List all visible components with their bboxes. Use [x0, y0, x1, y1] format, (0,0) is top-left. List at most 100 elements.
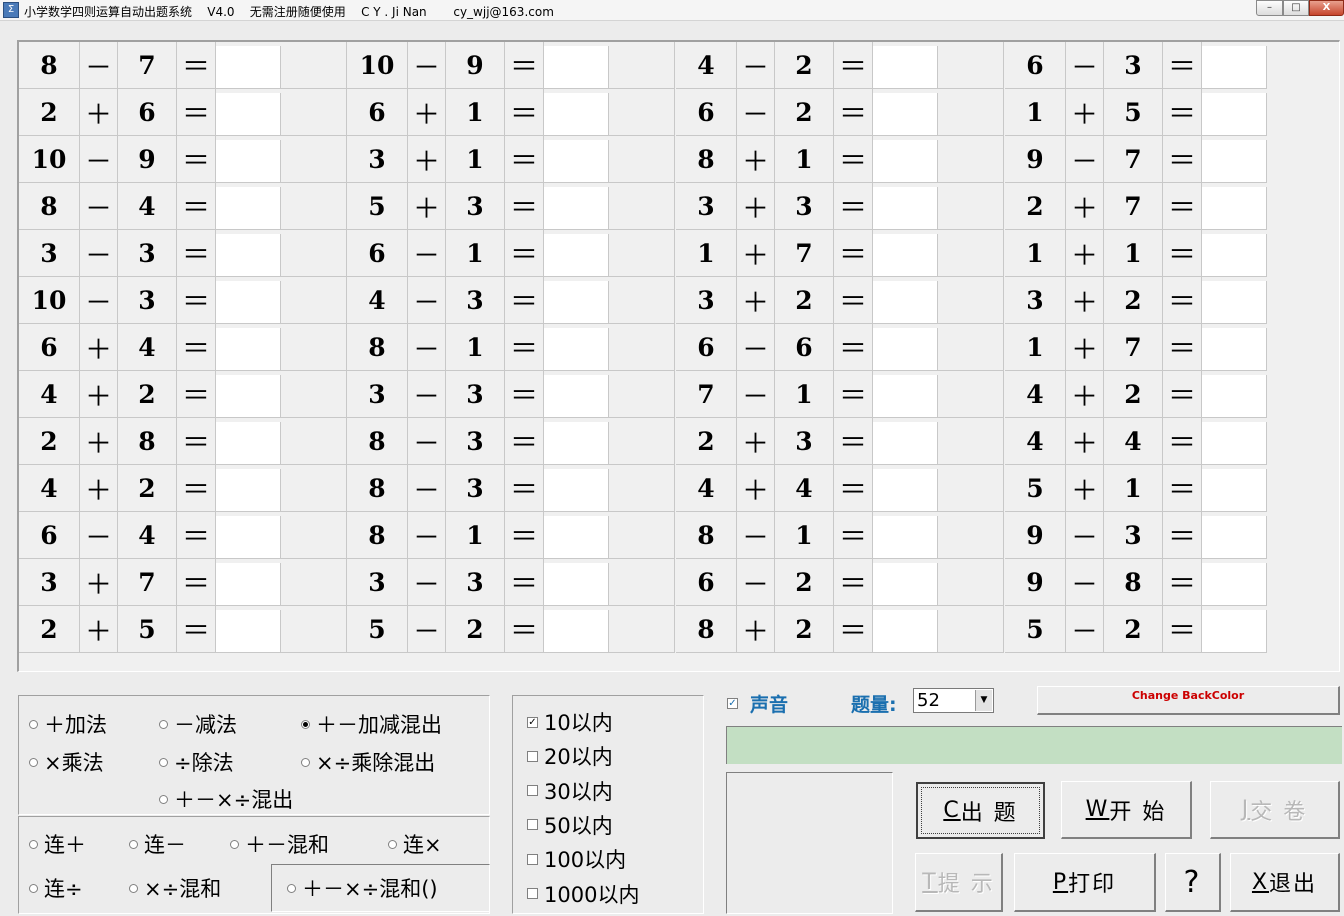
answer-input[interactable] [544, 187, 609, 230]
answer-input[interactable] [873, 187, 938, 230]
answer-input[interactable] [544, 281, 609, 324]
chain-muldiv-radio[interactable]: ×÷混和 [129, 873, 221, 903]
generate-button[interactable]: C 出 题 [916, 782, 1045, 839]
minimize-button[interactable]: – [1256, 0, 1283, 16]
answer-input[interactable] [1202, 187, 1267, 230]
answer-input[interactable] [216, 187, 281, 230]
answer-input[interactable] [1202, 281, 1267, 324]
answer-input[interactable] [1202, 516, 1267, 559]
answer-input[interactable] [544, 375, 609, 418]
op-sub-radio[interactable]: －减法 [159, 709, 237, 739]
answer-input[interactable] [544, 234, 609, 277]
answer-input[interactable] [216, 375, 281, 418]
answer-input[interactable] [216, 46, 281, 89]
maximize-button[interactable]: □ [1283, 0, 1309, 16]
answer-input[interactable] [216, 563, 281, 606]
answer-input[interactable] [216, 93, 281, 136]
answer-input[interactable] [544, 422, 609, 465]
range-label: 50以内 [544, 813, 613, 838]
answer-input[interactable] [873, 516, 938, 559]
chain-add-radio[interactable]: 连＋ [29, 829, 86, 859]
answer-input[interactable] [216, 422, 281, 465]
answer-input[interactable] [873, 46, 938, 89]
answer-input[interactable] [1202, 328, 1267, 371]
equals-sign: ＝ [177, 183, 216, 230]
answer-input[interactable] [544, 328, 609, 371]
sound-checkbox[interactable]: ✓ 声音 [727, 690, 788, 717]
answer-input[interactable] [544, 46, 609, 89]
answer-input[interactable] [1202, 234, 1267, 277]
close-button[interactable]: X [1309, 0, 1344, 16]
submit-button[interactable]: J 交 卷 [1210, 781, 1340, 839]
answer-input[interactable] [1202, 610, 1267, 653]
exit-button[interactable]: X 退出 [1230, 853, 1340, 912]
answer-input[interactable] [873, 328, 938, 371]
chain-all-radio[interactable]: ＋－×÷混和() [287, 873, 438, 903]
operand-b: 8 [118, 418, 177, 465]
answer-input[interactable] [873, 422, 938, 465]
answer-input[interactable] [1202, 563, 1267, 606]
op-all-radio[interactable]: ＋－×÷混出 [159, 784, 293, 814]
answer-input[interactable] [873, 140, 938, 183]
chain-mul-radio[interactable]: 连× [388, 829, 442, 859]
range-checkbox[interactable]: 50以内 [527, 810, 613, 840]
operator-sign: － [80, 230, 118, 277]
answer-input[interactable] [1202, 46, 1267, 89]
answer-input[interactable] [544, 469, 609, 512]
chain-sub-radio[interactable]: 连－ [129, 829, 186, 859]
answer-input[interactable] [873, 375, 938, 418]
operator-sign: ＋ [737, 606, 775, 653]
answer-input[interactable] [216, 610, 281, 653]
operand-a: 2 [19, 606, 80, 653]
chain-mul-label: 连× [403, 833, 442, 857]
answer-input[interactable] [216, 516, 281, 559]
answer-input[interactable] [1202, 93, 1267, 136]
answer-input[interactable] [1202, 469, 1267, 512]
help-button[interactable]: ? [1165, 853, 1221, 912]
answer-input[interactable] [873, 281, 938, 324]
operand-a: 4 [676, 42, 737, 89]
print-button[interactable]: P 打印 [1014, 853, 1156, 912]
op-mul-label: ×乘法 [44, 751, 104, 775]
answer-input[interactable] [873, 469, 938, 512]
answer-input[interactable] [873, 610, 938, 653]
op-div-radio[interactable]: ÷除法 [159, 747, 234, 777]
operand-b: 3 [1104, 42, 1163, 89]
quantity-select[interactable]: 52 ▼ [913, 688, 994, 713]
operand-a: 7 [676, 371, 737, 418]
op-mul-radio[interactable]: ×乘法 [29, 747, 104, 777]
answer-input[interactable] [873, 93, 938, 136]
answer-input[interactable] [216, 469, 281, 512]
operator-sign: ＋ [1066, 183, 1104, 230]
change-backcolor-button[interactable]: Change BackColor [1037, 686, 1340, 715]
status-bar [726, 726, 1342, 764]
answer-input[interactable] [1202, 140, 1267, 183]
answer-input[interactable] [216, 234, 281, 277]
answer-input[interactable] [1202, 375, 1267, 418]
answer-input[interactable] [216, 328, 281, 371]
answer-input[interactable] [216, 281, 281, 324]
answer-input[interactable] [1202, 422, 1267, 465]
answer-input[interactable] [544, 93, 609, 136]
hint-button[interactable]: T 提 示 [915, 853, 1003, 912]
op-muldiv-radio[interactable]: ×÷乘除混出 [301, 747, 435, 777]
chevron-down-icon[interactable]: ▼ [975, 690, 992, 711]
range-checkbox[interactable]: 100以内 [527, 844, 626, 874]
answer-input[interactable] [544, 563, 609, 606]
range-checkbox[interactable]: 20以内 [527, 741, 613, 771]
answer-input[interactable] [873, 234, 938, 277]
answer-input[interactable] [216, 140, 281, 183]
answer-input[interactable] [544, 516, 609, 559]
answer-input[interactable] [873, 563, 938, 606]
start-button[interactable]: W 开 始 [1061, 781, 1192, 839]
chain-div-radio[interactable]: 连÷ [29, 873, 83, 903]
op-addsub-radio[interactable]: ＋－加减混出 [301, 709, 442, 739]
op-add-radio[interactable]: ＋加法 [29, 709, 107, 739]
column-gap [938, 559, 1004, 606]
range-checkbox[interactable]: ✓ 10以内 [527, 707, 613, 737]
answer-input[interactable] [544, 610, 609, 653]
answer-input[interactable] [544, 140, 609, 183]
range-checkbox[interactable]: 1000以内 [527, 879, 639, 909]
chain-addsub-radio[interactable]: ＋－混和 [230, 829, 329, 859]
range-checkbox[interactable]: 30以内 [527, 776, 613, 806]
